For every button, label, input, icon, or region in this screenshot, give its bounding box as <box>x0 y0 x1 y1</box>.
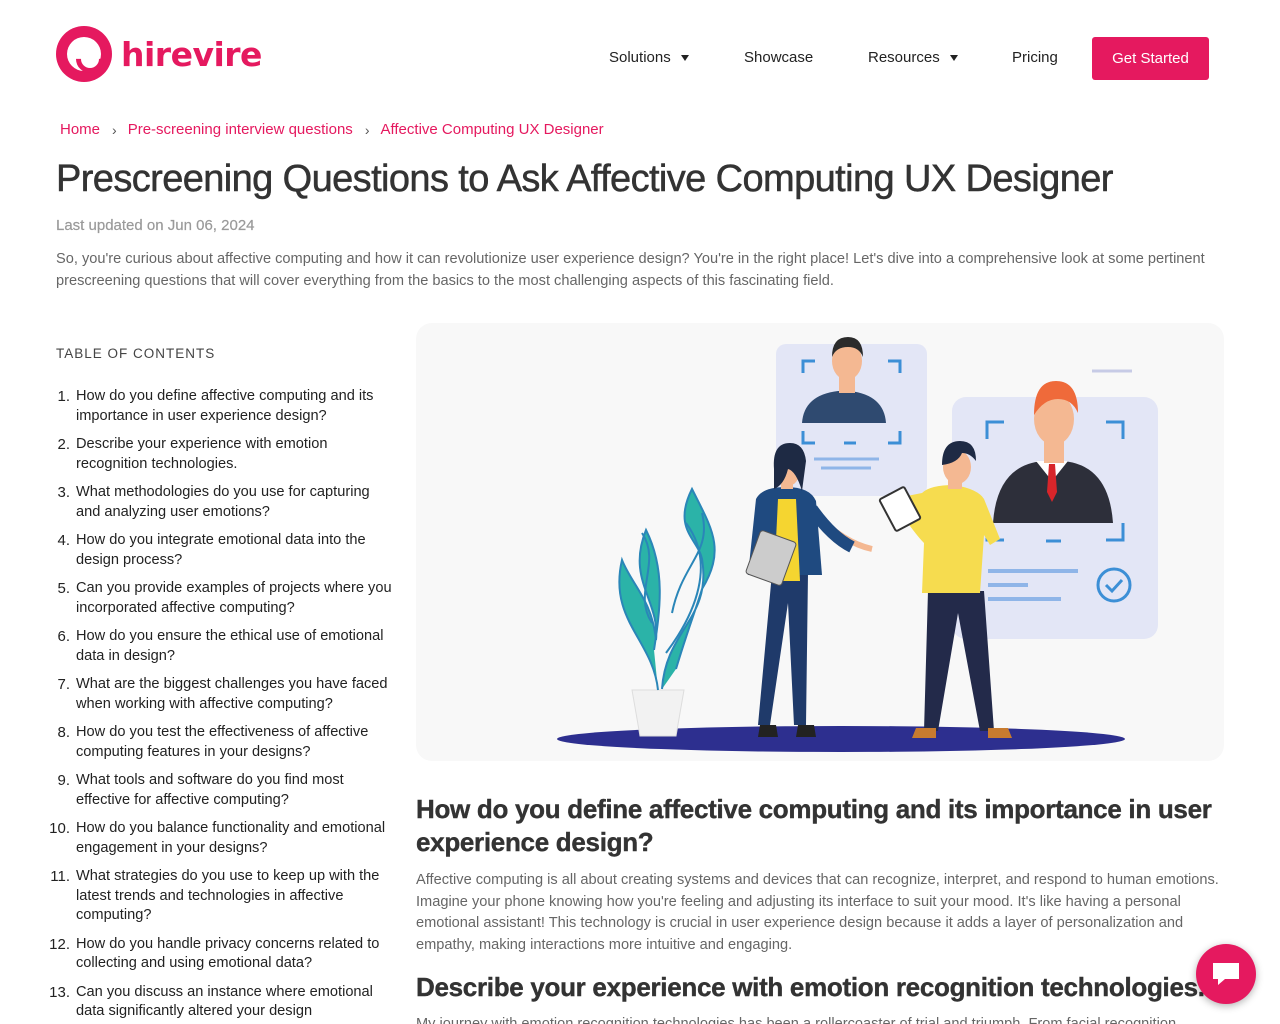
last-updated: Last updated on Jun 06, 2024 <box>56 217 255 234</box>
nav-item-pricing[interactable]: Pricing <box>1012 49 1058 66</box>
toc-item-text: What strategies do you use to keep up wi… <box>76 868 380 923</box>
toc-item[interactable]: 7. What are the biggest challenges you ha… <box>56 675 396 714</box>
toc-item-number: 11. <box>50 868 70 885</box>
intro-paragraph: So, you're curious about affective compu… <box>56 251 1205 289</box>
toc-item-text: Can you provide examples of projects whe… <box>76 580 392 616</box>
toc-item[interactable]: 10. How do you balance functionality and … <box>49 819 396 858</box>
breadcrumb: Home › Pre-screening interview questions… <box>60 121 604 138</box>
toc-item[interactable]: 8. How do you test the effectiveness of a… <box>56 723 396 762</box>
toc-item[interactable]: 4. How do you integrate emotional data in… <box>56 531 396 570</box>
nav-item-label: Resources <box>868 49 940 66</box>
chat-button[interactable] <box>1196 944 1256 1004</box>
caret-down-icon <box>680 54 689 61</box>
toc-item-text: How do you ensure the ethical use of emo… <box>76 628 384 664</box>
toc-item-number: 1. <box>57 388 70 405</box>
toc-item-text: What are the biggest challenges you have… <box>76 676 388 712</box>
toc-item-number: 8. <box>57 724 70 741</box>
page-title: Prescreening Questions to Ask Affective … <box>56 158 1114 201</box>
toc-item-text: How do you test the effectiveness of aff… <box>76 724 369 760</box>
main-nav: Solutions Showcase Resources Pricing Get… <box>0 37 1280 80</box>
toc-item-number: 10. <box>49 820 70 837</box>
toc-item[interactable]: 5. Can you provide examples of projects w… <box>56 579 396 618</box>
toc-item-number: 2. <box>57 436 70 453</box>
toc-item-text: What methodologies do you use for captur… <box>76 484 370 520</box>
toc-item-text: How do you handle privacy concerns relat… <box>76 935 380 972</box>
chevron-right-icon: › <box>364 121 370 138</box>
toc-item-number: 7. <box>57 676 70 693</box>
toc-item-number: 9. <box>57 772 70 789</box>
chevron-right-icon: › <box>112 121 117 138</box>
breadcrumb-link-home[interactable]: Home <box>60 121 100 138</box>
nav-item-label: Solutions <box>609 49 671 66</box>
section-heading: How do you define affective computing an… <box>416 794 1212 857</box>
section-body: Affective computing is all about creatin… <box>416 872 1219 953</box>
toc-item-number: 6. <box>57 628 70 645</box>
toc-item-text: Can you discuss an instance where emotio… <box>76 983 373 1020</box>
section-heading: Describe your experience with emotion re… <box>416 972 1205 1002</box>
toc-item[interactable]: 1. How do you define affective computing … <box>56 387 396 426</box>
toc-item[interactable]: 6. How do you ensure the ethical use of e… <box>56 627 396 666</box>
get-started-button[interactable]: Get Started <box>1092 37 1209 80</box>
breadcrumb-link-category[interactable]: Pre-screening interview questions <box>128 121 353 138</box>
nav-item-label: Pricing <box>1012 49 1058 66</box>
toc-item-text: Describe your experience with emotion re… <box>76 436 328 472</box>
toc-title: TABLE OF CONTENTS <box>56 346 216 361</box>
hero-illustration <box>416 323 1224 761</box>
nav-item-resources[interactable]: Resources <box>868 49 958 66</box>
toc-item-text: How do you integrate emotional data into… <box>76 532 366 568</box>
nav-item-showcase[interactable]: Showcase <box>744 49 813 66</box>
toc-item[interactable]: 11. What strategies do you use to keep up… <box>50 867 396 926</box>
toc-item[interactable]: 9. What tools and software do you find mo… <box>56 771 396 810</box>
toc-item-number: 4. <box>57 532 70 549</box>
toc-item-text: What tools and software do you find most… <box>76 772 344 808</box>
toc-item[interactable]: 13. Can you discuss an instance where emo… <box>49 983 396 1022</box>
toc-item-number: 12. <box>49 935 70 953</box>
nav-item-label: Showcase <box>744 49 814 66</box>
toc-item-number: 13. <box>49 983 70 1001</box>
interview-illustration <box>557 337 1158 752</box>
toc-item[interactable]: 3. What methodologies do you use for capt… <box>56 483 396 522</box>
toc-list: 1. How do you define affective computing … <box>49 387 396 1022</box>
chat-bubble-icon <box>1213 963 1239 985</box>
toc-item-number: 5. <box>57 580 70 597</box>
site-header: hirevire Solutions Showcase Resources Pr… <box>0 0 1280 100</box>
toc-item[interactable]: 12. How do you handle privacy concerns re… <box>49 935 396 974</box>
caret-down-icon <box>949 54 958 61</box>
toc-item[interactable]: 2. Describe your experience with emotion … <box>56 435 396 474</box>
toc-item-number: 3. <box>57 484 70 501</box>
table-of-contents: TABLE OF CONTENTS 1. How do you define af… <box>49 346 396 1024</box>
toc-item-text: How do you define affective computing an… <box>76 388 374 424</box>
section-body: My journey with emotion recognition tech… <box>416 1016 1177 1024</box>
breadcrumb-current[interactable]: Affective Computing UX Designer <box>380 121 603 138</box>
nav-item-solutions[interactable]: Solutions <box>609 49 689 66</box>
toc-item-text: How do you balance functionality and emo… <box>76 820 386 856</box>
